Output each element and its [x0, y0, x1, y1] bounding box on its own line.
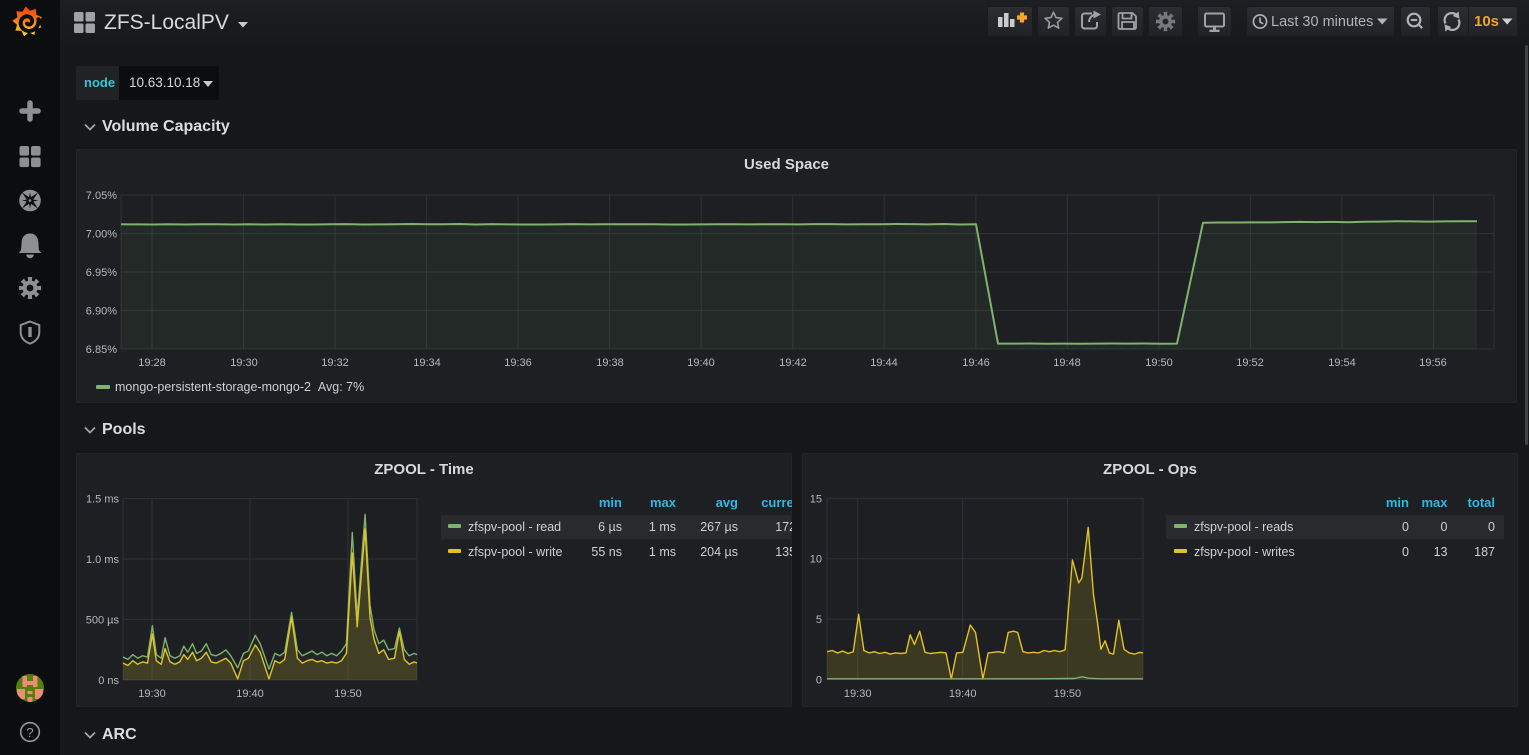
svg-text:zfspv-pool - reads: zfspv-pool - reads	[1194, 520, 1293, 534]
svg-text:max: max	[650, 495, 677, 510]
svg-text:7.00%: 7.00%	[86, 229, 117, 241]
svg-text:19:54: 19:54	[1328, 357, 1356, 369]
svg-text:?: ?	[26, 725, 33, 740]
svg-text:15: 15	[810, 493, 822, 505]
svg-text:19:30: 19:30	[844, 688, 872, 700]
svg-text:min: min	[599, 495, 622, 510]
svg-text:19:52: 19:52	[1236, 357, 1264, 369]
svg-text:19:50: 19:50	[1145, 357, 1173, 369]
svg-text:min: min	[1386, 495, 1409, 510]
svg-text:6.95%: 6.95%	[86, 267, 117, 279]
svg-text:1 ms: 1 ms	[649, 520, 676, 534]
svg-text:6.90%: 6.90%	[86, 306, 117, 318]
svg-text:135 µs: 135 µs	[775, 545, 792, 559]
svg-text:19:32: 19:32	[321, 357, 349, 369]
svg-text:19:50: 19:50	[334, 688, 362, 700]
svg-text:19:30: 19:30	[138, 688, 166, 700]
svg-text:19:40: 19:40	[949, 688, 977, 700]
svg-text:5: 5	[816, 614, 822, 626]
svg-text:19:44: 19:44	[870, 357, 898, 369]
svg-text:19:40: 19:40	[687, 357, 715, 369]
svg-text:19:48: 19:48	[1053, 357, 1081, 369]
svg-text:19:56: 19:56	[1419, 357, 1447, 369]
svg-text:204 µs: 204 µs	[700, 545, 738, 559]
svg-text:500 µs: 500 µs	[86, 615, 120, 627]
svg-text:6 µs: 6 µs	[598, 520, 622, 534]
svg-text:total: total	[1468, 495, 1495, 510]
svg-text:1.5 ms: 1.5 ms	[86, 494, 120, 506]
svg-text:0: 0	[1402, 545, 1409, 559]
svg-text:1.0 ms: 1.0 ms	[86, 554, 120, 566]
svg-text:55 ns: 55 ns	[591, 545, 622, 559]
svg-text:19:38: 19:38	[596, 357, 624, 369]
svg-text:1 ms: 1 ms	[649, 545, 676, 559]
svg-text:19:40: 19:40	[236, 688, 264, 700]
svg-text:0: 0	[1441, 520, 1448, 534]
svg-text:zfspv-pool - read: zfspv-pool - read	[468, 520, 561, 534]
svg-text:0 ns: 0 ns	[98, 675, 119, 687]
svg-text:10: 10	[810, 554, 822, 566]
svg-text:19:30: 19:30	[230, 357, 258, 369]
svg-text:19:46: 19:46	[962, 357, 990, 369]
svg-text:max: max	[1421, 495, 1448, 510]
svg-text:187: 187	[1474, 545, 1495, 559]
svg-text:13: 13	[1434, 545, 1448, 559]
svg-text:zfspv-pool - writes: zfspv-pool - writes	[1194, 545, 1295, 559]
svg-text:0: 0	[1402, 520, 1409, 534]
svg-text:19:28: 19:28	[138, 357, 166, 369]
svg-text:current: current	[761, 495, 792, 510]
svg-text:19:36: 19:36	[504, 357, 532, 369]
svg-text:19:42: 19:42	[779, 357, 807, 369]
svg-text:zfspv-pool - write: zfspv-pool - write	[468, 545, 563, 559]
svg-text:19:34: 19:34	[413, 357, 441, 369]
svg-text:0: 0	[1488, 520, 1495, 534]
svg-text:19:50: 19:50	[1054, 688, 1082, 700]
svg-text:mongo-persistent-storage-mongo: mongo-persistent-storage-mongo-2 Avg: 7%	[115, 380, 364, 394]
svg-text:0: 0	[816, 675, 822, 687]
svg-text:267 µs: 267 µs	[700, 520, 738, 534]
svg-text:7.05%: 7.05%	[86, 190, 117, 202]
svg-text:avg: avg	[716, 495, 738, 510]
svg-text:172 µs: 172 µs	[775, 520, 792, 534]
svg-text:6.85%: 6.85%	[86, 344, 117, 356]
